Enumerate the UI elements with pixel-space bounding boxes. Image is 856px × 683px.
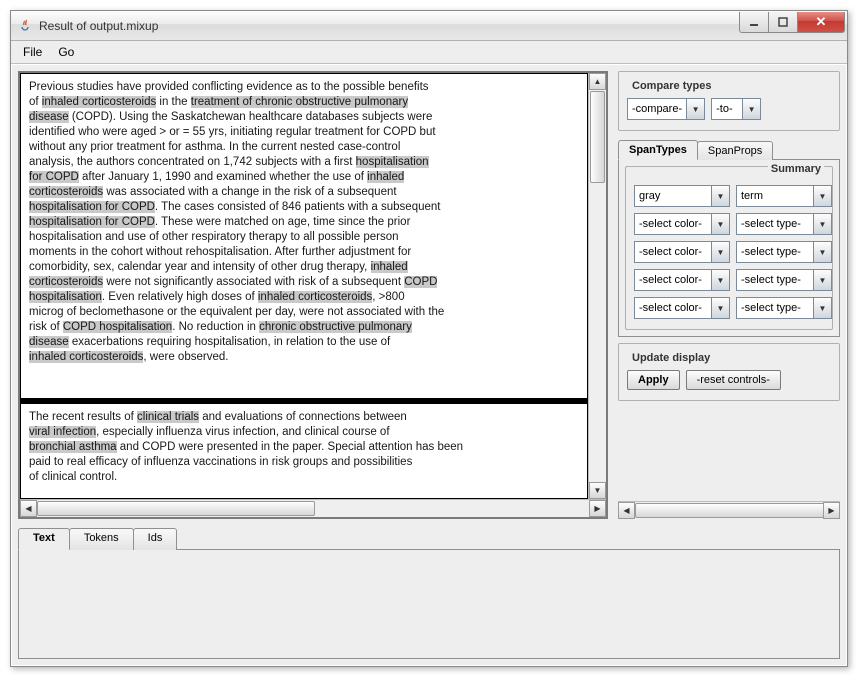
term-highlight: inhaled corticosteroids [42,96,156,108]
client-area: Previous studies have provided conflicti… [11,64,847,666]
text-pane-block-1[interactable]: Previous studies have provided conflicti… [20,73,588,399]
scroll-thumb[interactable] [590,91,605,183]
update-display-group: Update display Apply -reset controls- [618,343,840,401]
bottom-pane: Text Tokens Ids [18,527,840,659]
compare-right-combo[interactable]: -to- ▼ [711,98,761,120]
type-combo-4[interactable]: -select type-▼ [736,269,832,291]
chevron-down-icon[interactable]: ▼ [813,186,831,206]
right-hscroll[interactable]: ◀ ▶ [618,501,840,519]
scroll-right-icon[interactable]: ▶ [589,500,606,517]
term-highlight: disease [29,336,69,348]
term-highlight: COPD [404,276,437,288]
scroll-up-icon[interactable]: ▲ [589,73,606,90]
menu-go[interactable]: Go [50,43,82,61]
chevron-down-icon[interactable]: ▼ [686,99,704,119]
color-combo-3[interactable]: -select color-▼ [634,241,730,263]
term-highlight: inhaled corticosteroids [29,351,143,363]
scroll-thumb[interactable] [37,501,315,516]
compare-types-group: Compare types -compare- ▼ -to- ▼ [618,71,840,131]
term-highlight: corticosteroids [29,186,103,198]
type-combo-5[interactable]: -select type-▼ [736,297,832,319]
tab-span-types[interactable]: SpanTypes [618,140,698,160]
bottom-body[interactable] [18,549,840,659]
compare-left-combo[interactable]: -compare- ▼ [627,98,705,120]
term-highlight: bronchial asthma [29,441,117,453]
span-tab-strip: SpanTypes SpanProps [618,137,840,159]
update-legend: Update display [629,352,713,364]
menu-file[interactable]: File [15,43,50,61]
scroll-left-icon[interactable]: ◀ [20,500,37,517]
bottom-tab-strip: Text Tokens Ids [18,527,840,549]
minimize-button[interactable] [739,12,769,33]
type-combo-2[interactable]: -select type-▼ [736,213,832,235]
term-highlight: for COPD [29,171,79,183]
term-highlight: chronic obstructive pulmonary [259,321,412,333]
tab-span-props[interactable]: SpanProps [697,141,773,160]
tab-tokens[interactable]: Tokens [69,528,134,550]
term-highlight: corticosteroids [29,276,103,288]
summary-group: Summary gray▼ term▼ -select color-▼ -sel… [625,166,833,330]
menu-bar: File Go [11,41,847,64]
term-highlight: viral infection [29,426,96,438]
app-window: Result of output.mixup ✕ File Go Previou… [10,10,848,667]
chevron-down-icon[interactable]: ▼ [711,214,729,234]
chevron-down-icon[interactable]: ▼ [813,270,831,290]
scroll-right-icon[interactable]: ▶ [823,502,840,519]
text-pane-block-2[interactable]: The recent results of clinical trials an… [20,403,588,499]
window-controls: ✕ [740,12,845,32]
term-highlight: inhaled [371,261,408,273]
text-pane: Previous studies have provided conflicti… [18,71,608,519]
text-vscroll[interactable]: ▲ ▼ [588,73,606,499]
tab-text[interactable]: Text [18,528,70,550]
top-split: Previous studies have provided conflicti… [18,71,840,519]
scroll-down-icon[interactable]: ▼ [589,482,606,499]
term-highlight: inhaled corticosteroids [258,291,372,303]
chevron-down-icon[interactable]: ▼ [711,242,729,262]
term-highlight: disease [29,111,69,123]
chevron-down-icon[interactable]: ▼ [813,298,831,318]
window-title: Result of output.mixup [39,19,740,33]
close-button[interactable]: ✕ [797,12,845,33]
term-highlight: COPD hospitalisation [63,321,172,333]
title-bar: Result of output.mixup ✕ [11,11,847,41]
scroll-thumb[interactable] [635,503,825,518]
maximize-button[interactable] [768,12,798,33]
term-highlight: hospitalisation for COPD [29,216,155,228]
java-icon [17,18,33,34]
term-highlight: inhaled [367,171,404,183]
chevron-down-icon[interactable]: ▼ [711,298,729,318]
chevron-down-icon[interactable]: ▼ [813,242,831,262]
term-highlight: hospitalisation [356,156,429,168]
reset-controls-button[interactable]: -reset controls- [686,370,781,390]
term-highlight: hospitalisation for COPD [29,201,155,213]
scroll-left-icon[interactable]: ◀ [618,502,635,519]
chevron-down-icon[interactable]: ▼ [742,99,760,119]
term-highlight: clinical trials [137,411,199,423]
right-panel: Compare types -compare- ▼ -to- ▼ [616,71,840,519]
chevron-down-icon[interactable]: ▼ [813,214,831,234]
color-combo-4[interactable]: -select color-▼ [634,269,730,291]
compare-legend: Compare types [629,80,714,92]
chevron-down-icon[interactable]: ▼ [711,270,729,290]
color-combo-2[interactable]: -select color-▼ [634,213,730,235]
color-combo-1[interactable]: gray▼ [634,185,730,207]
term-highlight: treatment of chronic obstructive pulmona… [191,96,408,108]
vertical-splitter[interactable] [608,71,616,519]
type-combo-3[interactable]: -select type-▼ [736,241,832,263]
type-combo-1[interactable]: term▼ [736,185,832,207]
text-hscroll[interactable]: ◀ ▶ [20,499,606,517]
apply-button[interactable]: Apply [627,370,680,390]
summary-legend: Summary [768,163,824,175]
chevron-down-icon[interactable]: ▼ [711,186,729,206]
span-tabs-group: SpanTypes SpanProps Summary gray▼ term▼ [618,137,840,337]
tab-ids[interactable]: Ids [133,528,178,550]
color-combo-5[interactable]: -select color-▼ [634,297,730,319]
term-highlight: hospitalisation [29,291,102,303]
